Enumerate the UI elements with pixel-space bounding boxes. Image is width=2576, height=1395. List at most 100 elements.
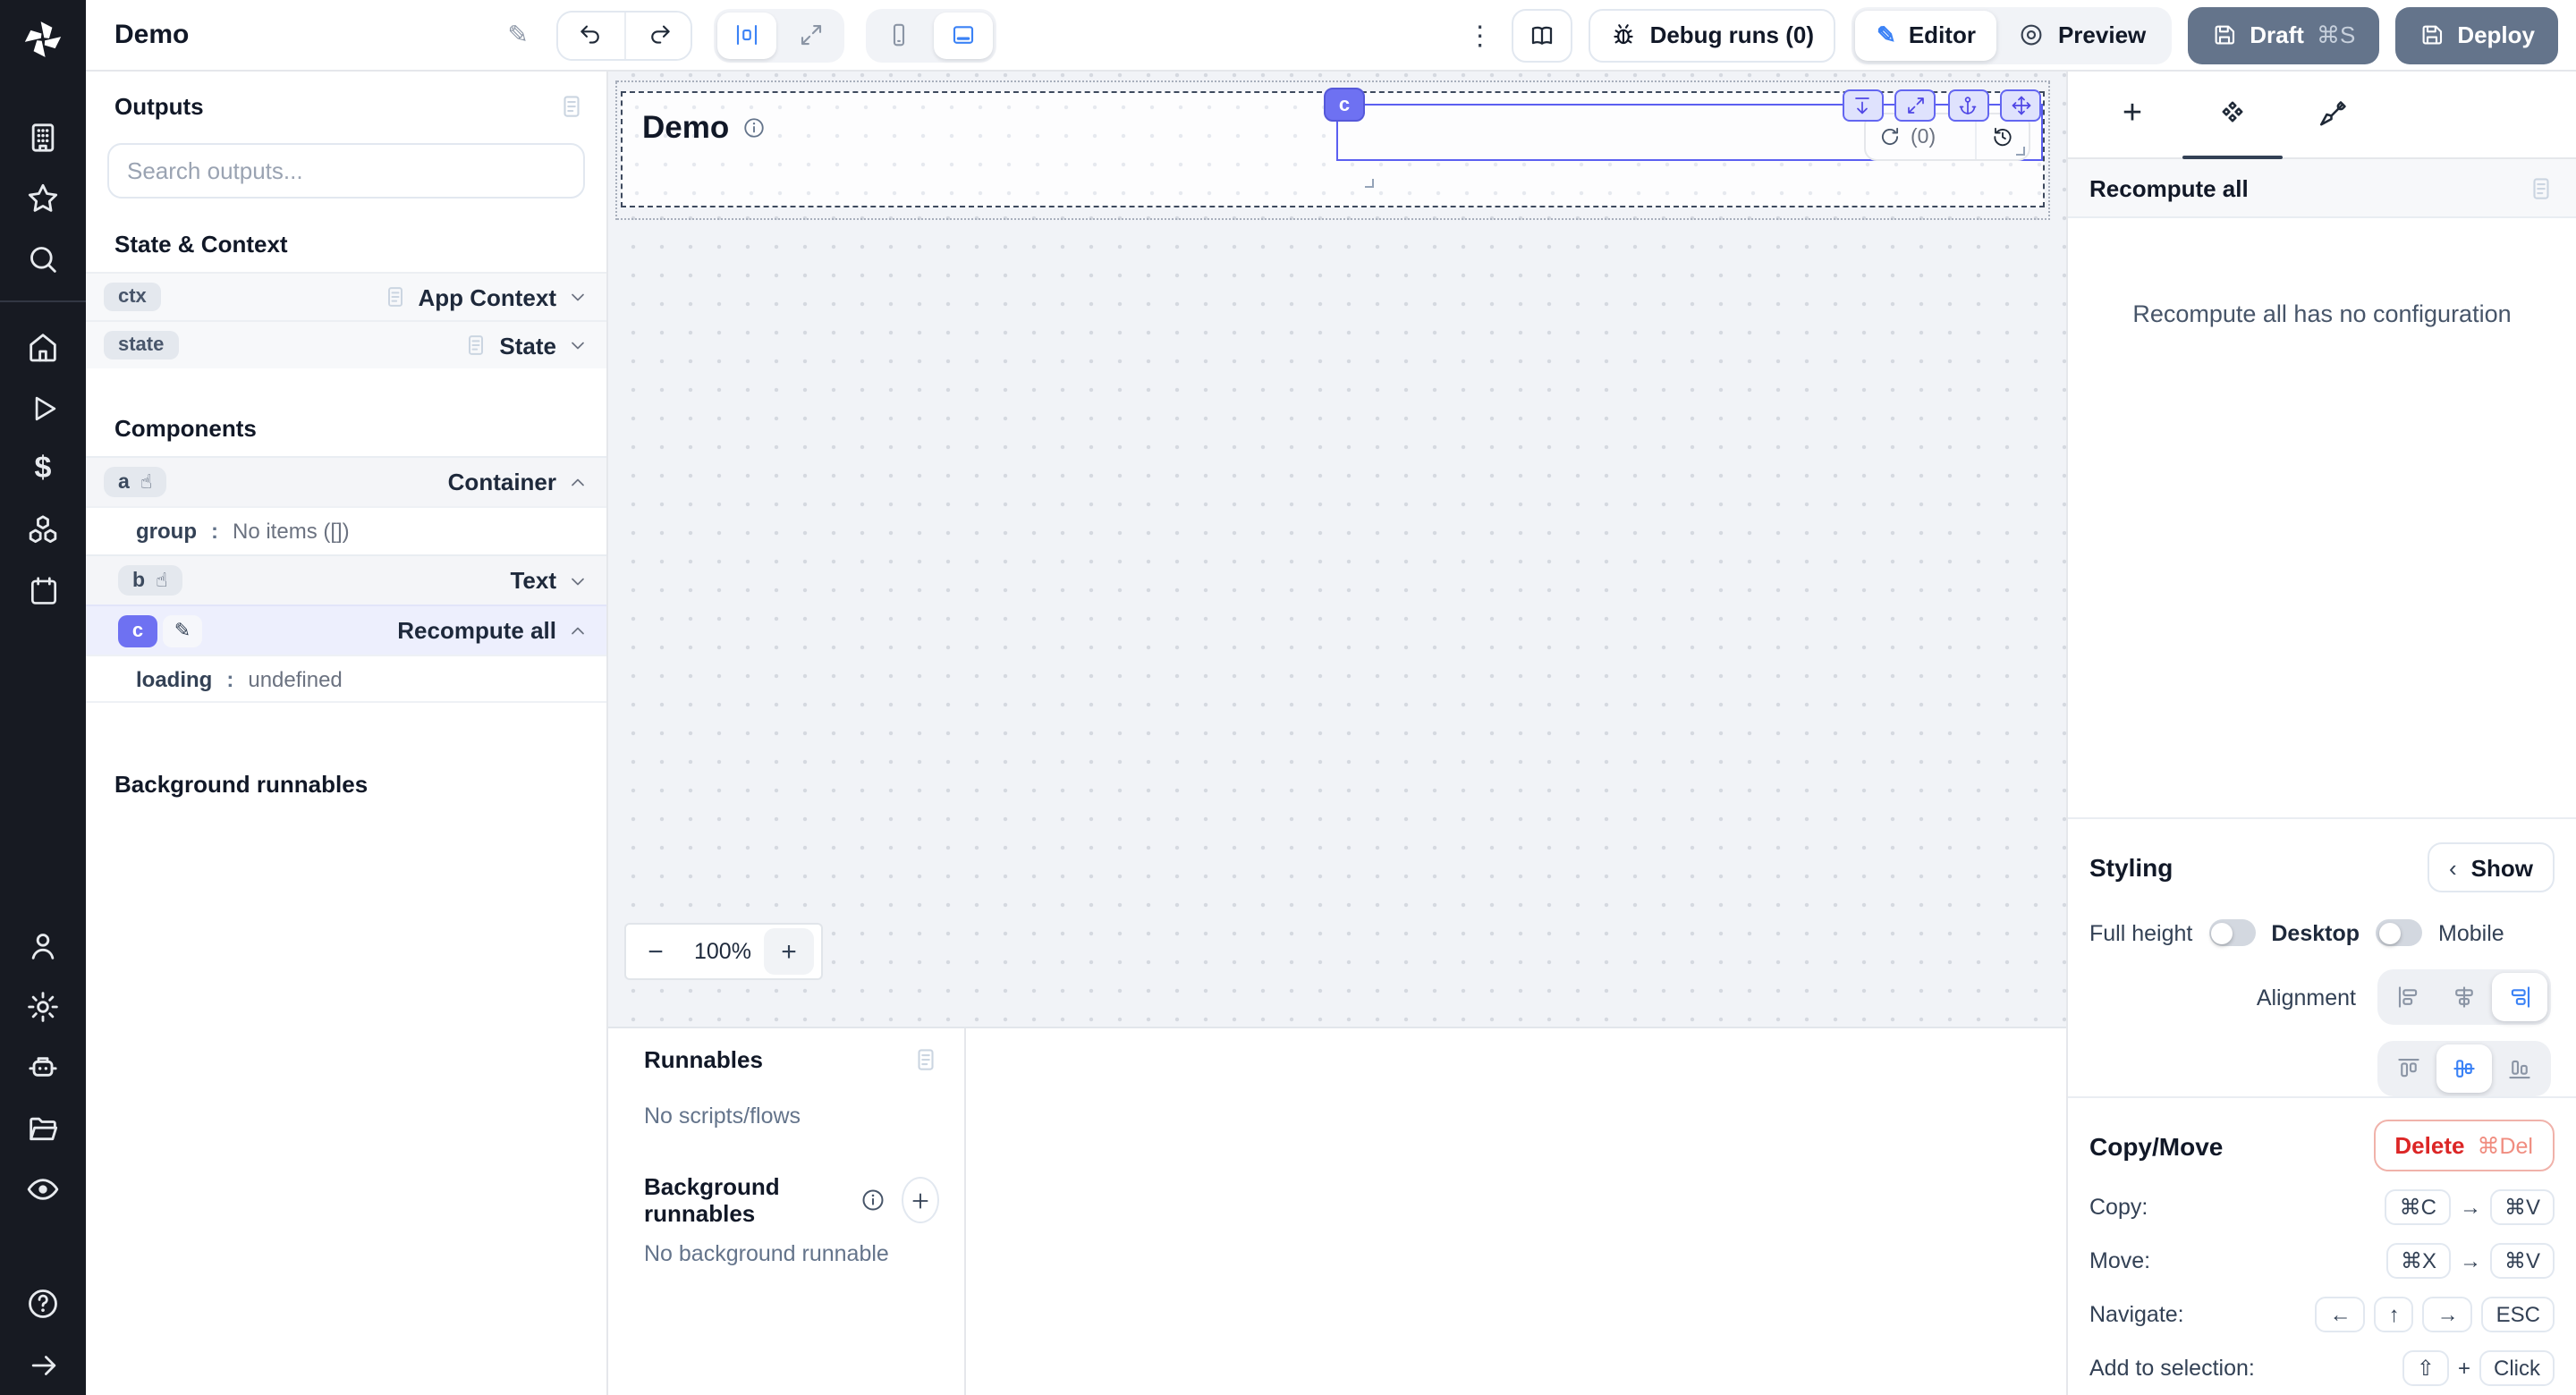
search-icon[interactable] [0,229,86,290]
component-row-a[interactable]: a☝ Container [86,456,606,506]
editor-tab[interactable]: ✎ Editor [1855,10,1997,60]
add-selection-shortcut-row: Add to selection: ⇧+Click [2089,1350,2555,1386]
component-row-c-selected[interactable]: c ✎ Recompute all [86,604,606,655]
mobile-view-button[interactable] [870,12,929,58]
root-container-outline: Demo c (0) [615,80,2050,220]
styling-section: Styling ‹ Show Full height Desktop Mobil… [2068,817,2576,1096]
canvas[interactable]: Demo c (0) [608,72,2066,1027]
plus-icon: + [2123,95,2142,134]
settings-tabs: + [2068,72,2576,159]
preview-tab[interactable]: Preview [1997,10,2167,60]
docs-book-icon[interactable] [1513,8,1573,62]
anchor-icon[interactable] [1947,89,1988,122]
hand-pointer-icon: ☝ [140,470,152,494]
canvas-layout-group [715,8,845,62]
align-top-button[interactable] [2381,1044,2436,1093]
panel-doc-icon[interactable] [912,1046,939,1073]
home-icon[interactable] [0,317,86,377]
workspace-building-icon[interactable] [0,107,86,168]
collapse-arrow-icon[interactable] [0,1334,86,1395]
windmill-logo-icon[interactable] [20,16,66,72]
expand-down-icon[interactable] [1842,89,1883,122]
panel-doc-icon[interactable] [2528,174,2555,201]
center-canvas-button[interactable] [718,12,777,58]
align-right-button[interactable] [2492,973,2547,1021]
edit-id-pencil-icon[interactable]: ✎ [163,614,202,647]
chevron-down-icon[interactable] [567,570,589,591]
desktop-view-button[interactable] [935,12,994,58]
search-outputs-input[interactable] [107,143,585,199]
help-icon[interactable] [0,1273,86,1334]
undo-button[interactable] [559,12,625,58]
component-c-id-badge: c [118,614,157,647]
output-row-ctx[interactable]: ctx App Context [86,272,606,320]
user-icon[interactable] [0,916,86,976]
expand-icon[interactable] [1894,89,1936,122]
state-context-title: State & Context [86,199,606,272]
hand-pointer-icon: ☝ [156,569,167,592]
doc-icon [463,333,488,358]
delete-button[interactable]: Delete ⌘Del [2373,1120,2555,1171]
text-component-b[interactable]: Demo [642,109,765,147]
settings-gear-icon[interactable] [0,976,86,1037]
container-a[interactable]: Demo c (0) [621,91,2045,207]
favorites-star-icon[interactable] [0,168,86,229]
no-background-text: No background runnable [644,1241,939,1266]
tab-insert-component[interactable]: + [2082,72,2182,157]
preview-disc-icon [2019,21,2046,48]
bug-icon [1611,21,1638,48]
tab-component-settings[interactable] [2182,72,2283,157]
zoom-in-button[interactable]: + [764,928,814,975]
resize-grip[interactable] [2016,147,2025,156]
edit-title-pencil-icon[interactable]: ✎ [507,20,528,50]
full-height-label: Full height [2089,920,2192,945]
zoom-out-button[interactable]: − [626,925,685,978]
folders-icon[interactable] [0,1098,86,1159]
tab-global-styling[interactable] [2283,72,2383,157]
chevron-up-icon[interactable] [567,471,589,493]
full-height-toggle[interactable] [2208,919,2255,946]
align-middle-vertical-button[interactable] [2436,1044,2492,1093]
runnables-title: Runnables [644,1046,763,1073]
copy-move-title: Copy/Move [2089,1131,2223,1160]
runnables-panel: Runnables No scripts/flows Background ru… [608,1027,2066,1395]
debug-runs-button[interactable]: Debug runs (0) [1589,8,1835,62]
workers-robot-icon[interactable] [0,1037,86,1098]
move-icon[interactable] [2000,89,2041,122]
settings-panel: + Recompute all Recompute all has no con… [2066,72,2576,1395]
schedules-calendar-icon[interactable] [0,560,86,621]
align-bottom-button[interactable] [2492,1044,2547,1093]
components-diamond-icon [2216,98,2249,131]
output-kv-group[interactable]: group : No items ([]) [86,506,606,554]
fullwidth-canvas-button[interactable] [783,12,842,58]
draft-button[interactable]: Draft ⌘S [2187,6,2378,63]
component-a-id-badge: a☝ [104,467,166,497]
runnables-list: Runnables No scripts/flows Background ru… [608,1028,966,1395]
more-menu-kebab-icon[interactable]: ⋮ [1464,19,1496,51]
runs-play-icon[interactable] [0,377,86,438]
output-kv-loading[interactable]: loading : undefined [86,655,606,703]
deploy-button[interactable]: Deploy [2394,6,2558,63]
resources-cubes-icon[interactable] [0,499,86,560]
component-row-b[interactable]: b☝ Text [86,554,606,604]
chevron-down-icon[interactable] [567,334,589,356]
show-styling-button[interactable]: ‹ Show [2428,842,2555,892]
refresh-icon [1878,125,1902,148]
chevron-down-icon[interactable] [567,286,589,308]
align-left-button[interactable] [2381,973,2436,1021]
active-tab-underline [2182,155,2283,159]
panel-doc-icon[interactable] [558,93,585,120]
desktop-toggle[interactable] [2376,919,2422,946]
redo-button[interactable] [625,12,691,58]
audit-eye-icon[interactable] [0,1159,86,1220]
no-scripts-text: No scripts/flows [644,1103,939,1129]
chevron-up-icon[interactable] [567,620,589,641]
add-background-runnable-button[interactable] [901,1177,939,1223]
selected-component-c[interactable]: c (0) [1336,104,2043,161]
resize-grip[interactable] [1365,179,1374,188]
output-row-state[interactable]: state State [86,320,606,368]
no-configuration-text: Recompute all has no configuration [2068,300,2576,327]
billing-dollar-icon[interactable]: $ [0,438,86,499]
align-center-horizontal-button[interactable] [2436,973,2492,1021]
kbd-click: Click [2479,1350,2555,1386]
